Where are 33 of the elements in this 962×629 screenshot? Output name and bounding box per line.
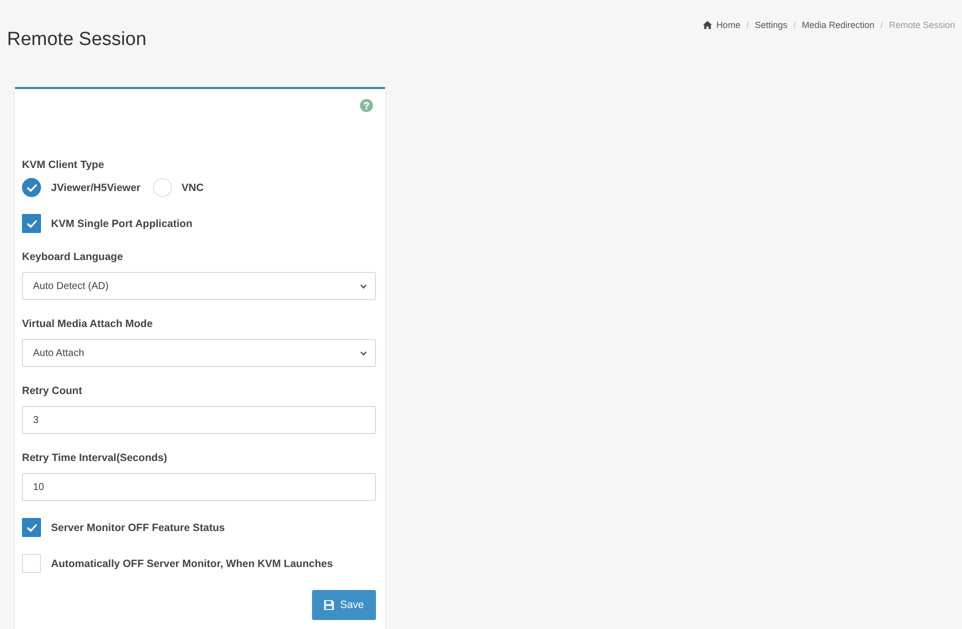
radio-label: VNC [182,182,204,194]
breadcrumb-current: Remote Session [888,19,955,31]
breadcrumb-link[interactable]: Media Redirection [802,19,874,31]
field-label: KVM Client Type [22,158,106,172]
checkbox-label: Automatically OFF Server Monitor, When KVM Launches [51,558,333,570]
chevron-down-icon [360,284,367,288]
check-icon [26,524,36,532]
breadcrumb-link[interactable]: Home [703,19,740,31]
home-icon [703,21,712,29]
help-icon[interactable] [360,99,373,112]
check-icon [26,220,36,228]
dropdown[interactable]: Auto Detect (AD) [22,272,376,300]
field-label: Retry Time Interval(Seconds) [22,451,168,465]
text-input[interactable]: 3 [22,406,376,434]
checkbox[interactable] [22,518,41,537]
field-label: Retry Count [22,384,84,398]
text-input[interactable]: 10 [22,473,376,501]
breadcrumb-separator: / [880,19,883,31]
page-title: Remote Session [7,29,146,51]
field-label: Virtual Media Attach Mode [22,317,154,331]
checkbox-label: KVM Single Port Application [51,218,192,230]
field-label: Keyboard Language [22,250,124,264]
checkbox-label: Server Monitor OFF Feature Status [51,522,225,534]
breadcrumb-separator: / [746,19,749,31]
radio-button[interactable] [22,178,41,197]
breadcrumb-separator: / [793,19,796,31]
check-icon [26,184,36,192]
dropdown[interactable]: Auto Attach [22,339,376,367]
checkbox[interactable] [22,214,41,233]
save-button[interactable]: Save [312,590,376,620]
breadcrumb-link[interactable]: Settings [754,19,788,31]
radio-label: JViewer/H5Viewer [51,182,141,194]
chevron-down-icon [360,350,367,356]
